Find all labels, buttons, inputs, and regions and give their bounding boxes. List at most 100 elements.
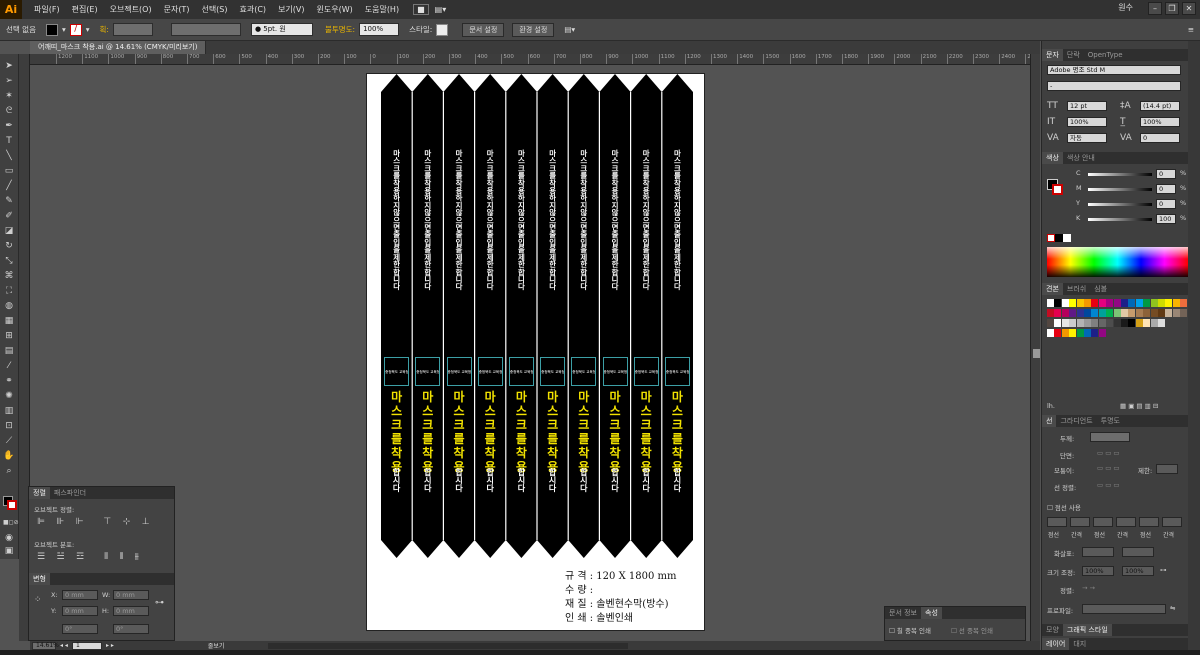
- width-tool-icon[interactable]: ⌘: [3, 270, 15, 282]
- swatch[interactable]: [1076, 319, 1084, 327]
- swatch-actions-icon[interactable]: ▦ ▣ ▤ ▥ ⊟: [1120, 402, 1158, 410]
- reference-point-icon[interactable]: ⁘: [34, 595, 42, 605]
- none-swatch[interactable]: [1047, 234, 1055, 242]
- channel-field[interactable]: 0: [1156, 169, 1176, 179]
- fill-stroke-indicator[interactable]: [3, 496, 17, 510]
- swatch[interactable]: [1128, 299, 1136, 307]
- swatch[interactable]: [1143, 299, 1151, 307]
- tab-character[interactable]: 문자: [1042, 49, 1063, 61]
- panel-menu-icon[interactable]: ≡: [1188, 25, 1194, 34]
- swatch[interactable]: [1143, 319, 1151, 327]
- menu-window[interactable]: 윈도우(W): [311, 4, 359, 15]
- swatch[interactable]: [1135, 319, 1143, 327]
- swatch-library-icon[interactable]: lh.: [1047, 402, 1055, 410]
- menu-object[interactable]: 오브젝트(O): [104, 4, 158, 15]
- swatch[interactable]: [1054, 309, 1062, 317]
- stroke-swatch[interactable]: /: [69, 23, 82, 36]
- swatch[interactable]: [1172, 309, 1180, 317]
- tab-color[interactable]: 색상: [1042, 152, 1063, 164]
- tab-graphic-styles[interactable]: 그래픽 스타일: [1062, 624, 1112, 636]
- swatch[interactable]: [1054, 319, 1062, 327]
- swatch[interactable]: [1047, 319, 1054, 327]
- dash-cell[interactable]: [1139, 517, 1159, 527]
- w-field[interactable]: 0 mm: [113, 590, 149, 600]
- swatch[interactable]: [1150, 309, 1158, 317]
- swatch[interactable]: [1150, 299, 1158, 307]
- vertical-scale-field[interactable]: 100%: [1067, 117, 1107, 127]
- document-setup-button[interactable]: 문서 설정: [462, 22, 505, 37]
- menu-select[interactable]: 선택(S): [195, 4, 233, 15]
- tab-opentype[interactable]: OpenType: [1084, 49, 1127, 61]
- swatch[interactable]: [1098, 299, 1106, 307]
- swatch[interactable]: [1135, 299, 1143, 307]
- kerning-field[interactable]: 자동: [1067, 133, 1107, 143]
- close-icon[interactable]: ✕: [1182, 2, 1196, 15]
- zoom-tool-icon[interactable]: ⌕: [3, 465, 15, 477]
- dash-cell[interactable]: [1070, 517, 1090, 527]
- horizontal-ruler[interactable]: 1200 1100 1000 900 800 700 600 500 400 300 200 100 0…: [30, 54, 1030, 65]
- minimize-icon[interactable]: –: [1148, 2, 1162, 15]
- flip-icon[interactable]: ⇋: [1170, 604, 1175, 612]
- hand-tool-icon[interactable]: ✋: [3, 450, 15, 462]
- tab-pathfinder[interactable]: 패스파인더: [50, 487, 90, 499]
- rectangle-tool-icon[interactable]: ▭: [3, 165, 15, 177]
- pen-tool-icon[interactable]: ✒: [3, 120, 15, 132]
- fill-overprint-checkbox[interactable]: ☐ 칠 중복 인쇄: [889, 625, 931, 635]
- direct-selection-tool-icon[interactable]: ➢: [3, 75, 15, 87]
- artboard-tool-icon[interactable]: ⊡: [3, 420, 15, 432]
- menu-effect[interactable]: 효과(C): [234, 4, 273, 15]
- vertical-scrollbar[interactable]: [1030, 54, 1040, 641]
- prev-artboard-icon[interactable]: ◂ ◂: [60, 642, 68, 649]
- swatch[interactable]: [1084, 329, 1091, 337]
- sash-strip[interactable]: 마 스 크 를 착 용 하 지 않 으 면 출 입 을 제 한 합 니 다 충청북도 교육청 마 스 크 를 착 용 합 시 다: [508, 74, 535, 559]
- arrange-icon[interactable]: ▤▾: [429, 5, 453, 14]
- vertical-scroll-thumb[interactable]: [1033, 349, 1040, 358]
- column-graph-tool-icon[interactable]: ▥: [3, 405, 15, 417]
- sash-strip[interactable]: 마 스 크 를 착 용 하 지 않 으 면 출 입 을 제 한 합 니 다 충청북도 교육청 마 스 크 를 착 용 합 시 다: [446, 74, 473, 559]
- white-swatch[interactable]: [1063, 234, 1071, 242]
- swatch[interactable]: [1143, 309, 1151, 317]
- stroke-weight-field[interactable]: [112, 23, 153, 36]
- color-mode-icon[interactable]: ■◻⊘: [3, 517, 19, 529]
- swatch[interactable]: [1069, 309, 1077, 317]
- sash-strip[interactable]: 마 스 크 를 착 용 하 지 않 으 면 출 입 을 제 한 합 니 다 충청북도 교육청 마 스 크 를 착 용 합 시 다: [414, 74, 441, 559]
- canvas[interactable]: 마 스 크 를 착 용 하 지 않 으 면 출 입 을 제 한 합 니 다 충청북도 교육청 마 스 크 를 착 용 합 시 다 마 스 크 를…: [30, 65, 1030, 641]
- align-left-icon[interactable]: ⊫ ⊪ ⊩ ⊤ ⊹ ⊥: [37, 517, 150, 527]
- swatch[interactable]: [1180, 309, 1188, 317]
- sash-strip[interactable]: 마 스 크 를 착 용 하 지 않 으 면 출 입 을 제 한 합 니 다 충청북도 교육청 마 스 크 를 착 용 합 시 다: [570, 74, 597, 559]
- arrow-align-icon[interactable]: → →: [1082, 584, 1095, 592]
- opacity-field[interactable]: 100%: [359, 23, 400, 36]
- swatch[interactable]: [1121, 319, 1128, 327]
- tab-paragraph[interactable]: 단락: [1063, 49, 1084, 61]
- swatch[interactable]: [1047, 299, 1054, 307]
- menu-view[interactable]: 보기(V): [272, 4, 310, 15]
- tab-align[interactable]: 정렬: [29, 487, 50, 499]
- stroke-overprint-checkbox[interactable]: ☐ 선 중복 인쇄: [951, 625, 993, 635]
- dash-checkbox[interactable]: ☐ 점선 사용: [1047, 502, 1081, 512]
- tab-brushes[interactable]: 브러쉬: [1063, 283, 1090, 295]
- tab-appearance[interactable]: 모양: [1042, 624, 1063, 636]
- font-style-field[interactable]: -: [1047, 81, 1181, 91]
- swatch[interactable]: [1069, 319, 1077, 327]
- menu-file[interactable]: 파일(F): [28, 4, 66, 15]
- swatch[interactable]: [1106, 319, 1114, 327]
- swatch[interactable]: [1084, 309, 1091, 317]
- swatch[interactable]: [1098, 329, 1106, 337]
- swatch[interactable]: [1091, 299, 1099, 307]
- swatch[interactable]: [1076, 299, 1084, 307]
- user-name[interactable]: 원수: [1112, 2, 1139, 15]
- magic-wand-tool-icon[interactable]: ✶: [3, 90, 15, 102]
- screen-mode-icon[interactable]: ▣: [3, 545, 15, 557]
- swatch[interactable]: [1158, 319, 1165, 327]
- gradient-tool-icon[interactable]: ▤: [3, 345, 15, 357]
- corner-buttons-icon[interactable]: ▭ ▭ ▭: [1097, 464, 1120, 472]
- dash-cell[interactable]: [1116, 517, 1136, 527]
- draw-mode-icon[interactable]: ◉: [3, 532, 15, 544]
- link-icon[interactable]: ⊶: [155, 598, 164, 608]
- sash-strip[interactable]: 마 스 크 를 착 용 하 지 않 으 면 출 입 을 제 한 합 니 다 충청북도 교육청 마 스 크 를 착 용 합 시 다: [383, 74, 410, 559]
- tracking-field[interactable]: 0: [1140, 133, 1180, 143]
- link-scale-icon[interactable]: ⊶: [1160, 566, 1167, 574]
- horizontal-scale-field[interactable]: 100%: [1140, 117, 1180, 127]
- scale-tool-icon[interactable]: ⤡: [3, 255, 15, 267]
- distribute-icon[interactable]: ☰ ☱ ☲ ⦀ ⫴ ⫵: [37, 552, 139, 562]
